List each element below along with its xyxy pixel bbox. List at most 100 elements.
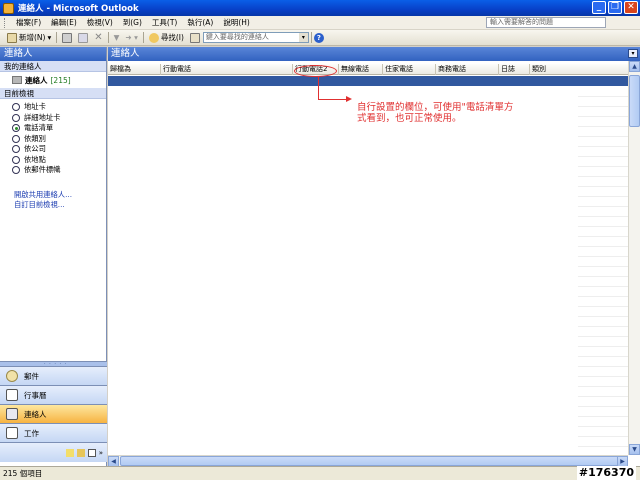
scroll-down-icon[interactable]: ▼: [629, 444, 640, 455]
status-bar: 215 個項目: [0, 466, 640, 480]
nav-pane-title: 連絡人: [0, 47, 106, 61]
menu-actions[interactable]: 執行(A): [182, 17, 218, 28]
title-bar: 連絡人 - Microsoft Outlook _ ❐ ✕: [0, 0, 640, 16]
column-mobile-phone[interactable]: 行動電話: [161, 64, 293, 75]
help-question-input[interactable]: 輸入需要解答的問題: [486, 17, 606, 28]
actions-button[interactable]: ➜ ▾: [122, 31, 140, 45]
view-detailed-address-cards[interactable]: 詳細地址卡: [12, 113, 106, 124]
horizontal-scroll-thumb[interactable]: [120, 456, 620, 466]
radio-icon: [12, 134, 20, 143]
view-by-company[interactable]: 依公司: [12, 144, 106, 155]
vertical-scrollbar[interactable]: ▲ ▼: [628, 61, 640, 455]
radio-icon: [12, 103, 20, 112]
mail-icon: [6, 370, 18, 382]
find-contact-input[interactable]: 鍵入要尋找的連絡人 ▾: [202, 32, 309, 43]
minimize-button[interactable]: _: [592, 1, 606, 14]
menu-tools[interactable]: 工具(T): [147, 17, 182, 28]
configure-buttons-icon[interactable]: »: [99, 449, 103, 457]
shortcuts-icon[interactable]: [87, 448, 96, 457]
view-label: 依類別: [24, 133, 46, 143]
arrow-icon: ➜ ▾: [125, 33, 138, 42]
flag-icon: ▼: [113, 33, 120, 42]
view-label: 詳細地址卡: [24, 112, 61, 122]
nav-button-label: 行事曆: [24, 390, 47, 400]
customize-current-view-link[interactable]: 自訂目前檢視...: [14, 200, 72, 210]
column-header-row: 歸檔為 行動電話 行動電話2 無線電話 住家電話 商務電話 日誌 類別: [108, 64, 628, 75]
new-button[interactable]: 新增(N) ▾: [4, 31, 54, 45]
view-by-location[interactable]: 依地點: [12, 155, 106, 166]
current-view-section[interactable]: 目前檢視: [0, 88, 106, 99]
radio-icon: [12, 155, 20, 164]
column-home-phone[interactable]: 住家電話: [383, 64, 436, 75]
column-categories[interactable]: 類別: [530, 64, 628, 75]
my-contacts-section[interactable]: 我的連絡人: [0, 61, 106, 72]
delete-button[interactable]: ✕: [91, 31, 105, 45]
open-shared-contacts-link[interactable]: 開啟共用連絡人...: [14, 190, 72, 200]
new-button-label: 新增(N): [19, 33, 46, 42]
nav-button-label: 郵件: [24, 371, 39, 381]
nav-button-label: 工作: [24, 428, 39, 438]
outlook-app-icon[interactable]: [3, 2, 14, 14]
view-by-category[interactable]: 依類別: [12, 134, 106, 145]
view-options-icon[interactable]: ▾: [628, 49, 638, 58]
radio-icon: [12, 145, 20, 154]
notes-icon[interactable]: [65, 448, 74, 457]
print-icon: [62, 32, 73, 43]
radio-selected-icon: [12, 124, 20, 133]
chevron-down-icon[interactable]: ▾: [298, 33, 308, 42]
nav-button-stack: 郵件 行事曆 連絡人 工作 »: [0, 366, 107, 462]
view-label: 依公司: [24, 144, 46, 154]
horizontal-scrollbar[interactable]: ◀ ▶: [108, 455, 628, 467]
close-button[interactable]: ✕: [624, 1, 638, 14]
column-journal[interactable]: 日誌: [499, 64, 530, 75]
contact-view-title: 連絡人 ▾: [108, 47, 640, 61]
calendar-icon: [6, 389, 18, 401]
view-phone-list[interactable]: 電話清單: [12, 123, 106, 134]
categorize-button[interactable]: ▼: [111, 31, 123, 45]
view-address-cards[interactable]: 地址卡: [12, 102, 106, 113]
standard-toolbar: 新增(N) ▾ ✕ ▼ ➜ ▾ 尋找(I) 鍵入要尋找的連絡人 ▾ ?: [0, 30, 640, 46]
nav-button-contacts[interactable]: 連絡人: [0, 404, 107, 423]
menu-edit[interactable]: 編輯(E): [46, 17, 82, 28]
radio-icon: [12, 166, 20, 175]
contacts-folder[interactable]: 連絡人 [215]: [0, 72, 106, 88]
address-book-button[interactable]: [187, 31, 203, 45]
watermark: #176370: [576, 466, 636, 480]
print-button[interactable]: [59, 31, 75, 45]
column-business-phone[interactable]: 商務電話: [436, 64, 499, 75]
contacts-folder-icon: [12, 76, 22, 84]
menu-help[interactable]: 說明(H): [218, 17, 255, 28]
help-icon[interactable]: ?: [313, 32, 324, 43]
find-icon: [148, 32, 159, 43]
nav-links: 開啟共用連絡人... 自訂目前檢視...: [14, 190, 72, 210]
view-by-follow-up-flag[interactable]: 依郵件標幟: [12, 165, 106, 176]
vertical-scroll-thumb[interactable]: [629, 75, 640, 127]
contacts-count: [215]: [50, 75, 71, 85]
column-file-as[interactable]: 歸檔為: [108, 64, 161, 75]
nav-button-calendar[interactable]: 行事曆: [0, 385, 107, 404]
maximize-button[interactable]: ❐: [608, 1, 622, 14]
nav-button-mail[interactable]: 郵件: [0, 366, 107, 385]
selected-contact-row[interactable]: [108, 76, 628, 86]
new-contact-icon: [7, 32, 17, 43]
menu-file[interactable]: 檔案(F): [11, 17, 46, 28]
nav-button-tasks[interactable]: 工作: [0, 423, 107, 442]
column-radio-phone[interactable]: 無線電話: [339, 64, 383, 75]
menu-grip[interactable]: [4, 17, 7, 28]
address-book-icon: [189, 32, 200, 43]
view-list: 地址卡 詳細地址卡 電話清單 依類別 依公司 依地點 依郵件標幟: [0, 99, 106, 176]
find-button[interactable]: 尋找(I): [146, 31, 187, 45]
folder-list-icon[interactable]: [76, 448, 85, 457]
move-icon: [78, 32, 89, 43]
menu-bar: 檔案(F) 編輯(E) 檢視(V) 到(G) 工具(T) 執行(A) 說明(H)…: [0, 16, 640, 30]
scroll-up-icon[interactable]: ▲: [629, 61, 640, 72]
find-button-label: 尋找(I): [160, 33, 184, 42]
menu-view[interactable]: 檢視(V): [82, 17, 118, 28]
move-button[interactable]: [75, 31, 91, 45]
contacts-folder-label: 連絡人: [25, 75, 48, 85]
view-label: 電話清單: [24, 123, 54, 133]
annotation-highlight-ellipse: [294, 65, 337, 77]
view-label: 依地點: [24, 154, 46, 164]
menu-go[interactable]: 到(G): [118, 17, 147, 28]
radio-icon: [12, 113, 20, 122]
